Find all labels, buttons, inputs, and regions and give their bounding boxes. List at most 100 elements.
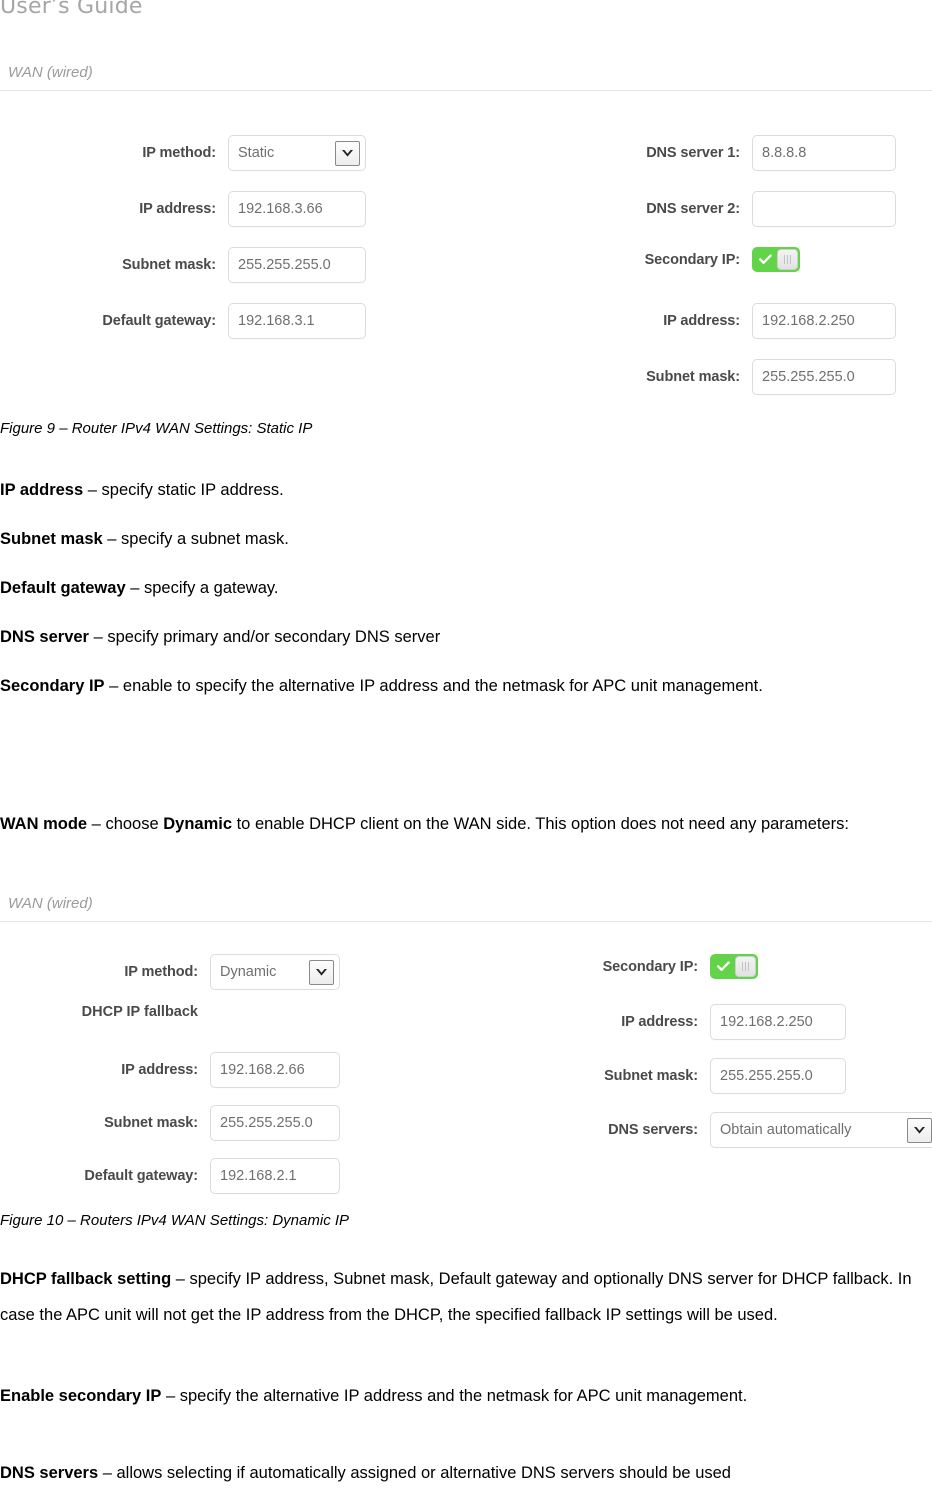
field-row: DHCP IP fallback	[0, 1004, 198, 1020]
field-row: Secondary IP:	[528, 247, 800, 272]
field-row: Default gateway: 192.168.2.1	[0, 1158, 340, 1194]
description: – specify the alternative IP address and…	[161, 1387, 748, 1405]
description: – specify a subnet mask.	[102, 530, 289, 548]
field-row: IP address: 192.168.2.66	[0, 1052, 340, 1088]
grip-line	[741, 962, 744, 971]
paragraph-dhcp-fallback-setting: DHCP fallback setting – specify IP addre…	[0, 1261, 932, 1333]
field-row: Subnet mask: 255.255.255.0	[528, 359, 896, 395]
fallback-ip-address-label: IP address:	[121, 1062, 198, 1078]
field-row: IP method: Static	[0, 135, 366, 171]
description: – specify primary and/or secondary DNS s…	[88, 628, 441, 646]
secondary-subnet-mask-label: Subnet mask:	[646, 369, 740, 385]
dns-server-2-input[interactable]	[752, 191, 896, 227]
ip-method-select[interactable]: Dynamic	[210, 954, 340, 990]
default-gateway-label: Default gateway:	[102, 313, 216, 329]
dns-server-1-input[interactable]: 8.8.8.8	[752, 135, 896, 171]
dns-servers-label: DNS servers:	[608, 1122, 698, 1138]
dns-servers-select[interactable]: Obtain automatically	[710, 1112, 932, 1148]
ip-method-label: IP method:	[142, 145, 216, 161]
field-row: DNS server 2:	[528, 191, 896, 227]
field-row: IP address: 192.168.2.250	[500, 1004, 846, 1040]
ip-method-label: IP method:	[124, 964, 198, 980]
secondary-subnet-mask-label: Subnet mask:	[604, 1068, 698, 1084]
term: DHCP fallback setting	[0, 1270, 172, 1288]
field-row: Subnet mask: 255.255.255.0	[500, 1058, 846, 1094]
field-row: Subnet mask: 255.255.255.0	[0, 1105, 340, 1141]
fallback-default-gateway-input[interactable]: 192.168.2.1	[210, 1158, 340, 1194]
wan-wired-panel-dynamic: WAN (wired) IP method: Dynamic DHCP IP f…	[0, 895, 932, 1194]
dns-server-2-label: DNS server 2:	[646, 201, 740, 217]
ip-address-label: IP address:	[139, 201, 216, 217]
grip-line	[783, 255, 786, 264]
secondary-subnet-mask-input[interactable]: 255.255.255.0	[710, 1058, 846, 1094]
check-icon	[754, 254, 777, 265]
field-row: Subnet mask: 255.255.255.0	[0, 247, 366, 283]
field-row: DNS servers: Obtain automatically	[500, 1112, 932, 1148]
secondary-ip-address-label: IP address:	[663, 313, 740, 329]
secondary-ip-address-input[interactable]: 192.168.2.250	[752, 303, 896, 339]
term: DNS server	[0, 628, 89, 646]
term: Enable secondary IP	[0, 1387, 162, 1405]
paragraph-subnet-mask: Subnet mask – specify a subnet mask.	[0, 521, 932, 557]
ip-method-value: Static	[238, 145, 275, 161]
fallback-subnet-mask-input[interactable]: 255.255.255.0	[210, 1105, 340, 1141]
description-part-2: to enable DHCP client on the WAN side. T…	[232, 815, 849, 833]
fallback-subnet-mask-label: Subnet mask:	[104, 1115, 198, 1131]
paragraph-dns-servers: DNS servers – allows selecting if automa…	[0, 1455, 932, 1491]
chevron-down-icon[interactable]	[907, 1117, 932, 1143]
subnet-mask-label: Subnet mask:	[122, 257, 216, 273]
field-row: Default gateway: 192.168.3.1	[0, 303, 366, 339]
toggle-knob[interactable]	[777, 249, 798, 270]
paragraph-wan-mode: WAN mode – choose Dynamic to enable DHCP…	[0, 806, 932, 842]
secondary-ip-toggle[interactable]	[752, 247, 800, 272]
term-dynamic: Dynamic	[163, 815, 233, 833]
secondary-ip-label: Secondary IP:	[602, 958, 699, 975]
panel-title: WAN (wired)	[8, 64, 93, 81]
paragraph-dns-server: DNS server – specify primary and/or seco…	[0, 619, 932, 655]
figure-10-caption: Figure 10 – Routers IPv4 WAN Settings: D…	[0, 1212, 350, 1229]
chevron-down-icon[interactable]	[309, 959, 334, 985]
paragraph-enable-secondary-ip: Enable secondary IP – specify the altern…	[0, 1378, 932, 1414]
dns-servers-value: Obtain automatically	[720, 1122, 852, 1138]
term: Subnet mask	[0, 530, 103, 548]
paragraph-default-gateway: Default gateway – specify a gateway.	[0, 570, 932, 606]
secondary-ip-address-input[interactable]: 192.168.2.250	[710, 1004, 846, 1040]
wan-wired-panel-static: WAN (wired) IP method: Static IP address…	[0, 64, 932, 411]
grip-line	[789, 255, 792, 264]
ip-method-select[interactable]: Static	[228, 135, 366, 171]
fallback-ip-address-input[interactable]: 192.168.2.66	[210, 1052, 340, 1088]
ip-method-value: Dynamic	[220, 964, 277, 980]
secondary-subnet-mask-input[interactable]: 255.255.255.0	[752, 359, 896, 395]
description: – enable to specify the alternative IP a…	[104, 677, 763, 695]
ip-address-input[interactable]: 192.168.3.66	[228, 191, 366, 227]
dhcp-ip-fallback-heading: DHCP IP fallback	[81, 1004, 198, 1020]
check-icon	[712, 961, 735, 972]
fallback-default-gateway-label: Default gateway:	[84, 1168, 198, 1184]
dns-server-1-label: DNS server 1:	[646, 145, 740, 161]
grip-line	[747, 962, 750, 971]
page-running-header: User’s Guide	[0, 0, 143, 19]
description: – allows selecting if automatically assi…	[98, 1464, 731, 1482]
secondary-ip-toggle[interactable]	[710, 954, 758, 979]
term: WAN mode	[0, 815, 88, 833]
field-row: IP address: 192.168.2.250	[528, 303, 896, 339]
secondary-ip-label: Secondary IP:	[644, 251, 741, 268]
toggle-knob[interactable]	[735, 956, 756, 977]
description-part-1: – choose	[87, 815, 164, 833]
figure-9-caption: Figure 9 – Router IPv4 WAN Settings: Sta…	[0, 420, 313, 437]
default-gateway-input[interactable]: 192.168.3.1	[228, 303, 366, 339]
field-row: IP method: Dynamic	[0, 954, 340, 990]
grip-line	[786, 255, 789, 264]
paragraph-secondary-ip: Secondary IP – enable to specify the alt…	[0, 668, 932, 704]
secondary-ip-address-label: IP address:	[621, 1014, 698, 1030]
description: – specify a gateway.	[125, 579, 279, 597]
paragraph-ip-address: IP address – specify static IP address.	[0, 472, 932, 508]
chevron-down-icon[interactable]	[335, 140, 360, 166]
field-row: IP address: 192.168.3.66	[0, 191, 366, 227]
term: DNS servers	[0, 1464, 99, 1482]
term: Default gateway	[0, 579, 126, 597]
field-row: DNS server 1: 8.8.8.8	[528, 135, 896, 171]
subnet-mask-input[interactable]: 255.255.255.0	[228, 247, 366, 283]
term: IP address	[0, 481, 84, 499]
description: – specify static IP address.	[83, 481, 284, 499]
